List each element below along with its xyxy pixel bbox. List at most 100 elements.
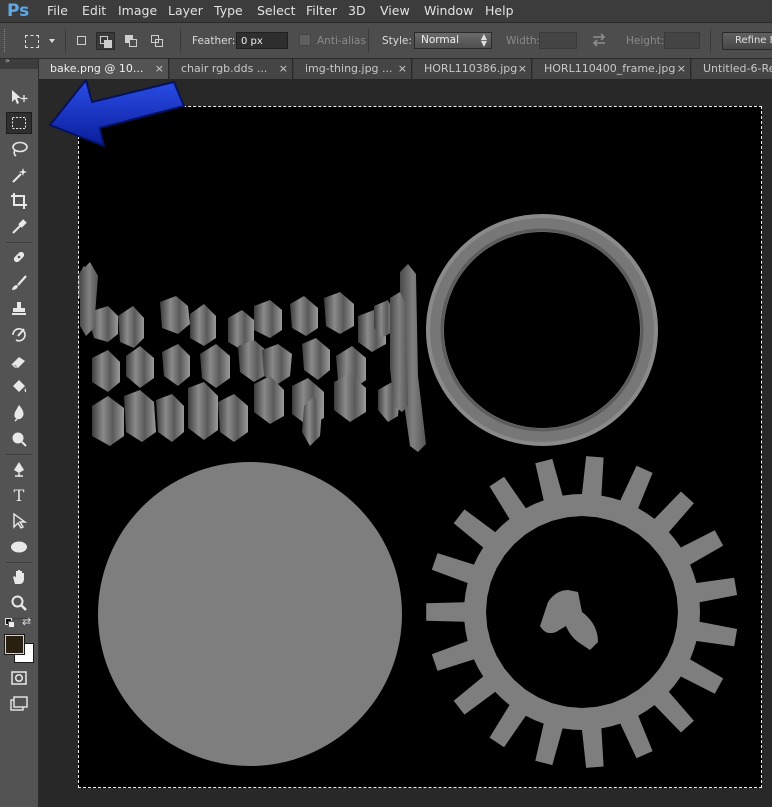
updown-chevron-icon: ▲ ▼ — [480, 32, 487, 48]
tool-preset-picker[interactable] — [22, 32, 60, 50]
subtract-selection-icon-outline — [129, 39, 137, 47]
document-tab[interactable]: HORL110386.jpg × — [413, 59, 532, 79]
spot-healing-tool[interactable] — [6, 246, 32, 268]
clone-stamp-tool[interactable] — [6, 298, 32, 320]
crop-tool[interactable] — [6, 190, 32, 212]
blur-icon — [14, 405, 24, 422]
document-tab[interactable]: img-thing.jpg ... × — [294, 59, 412, 79]
dodge-icon — [12, 432, 27, 447]
quick-mask-button[interactable] — [6, 667, 32, 689]
document-tab-label: HORL110386.jpg — [424, 62, 518, 75]
pen-icon — [14, 462, 24, 477]
lasso-tool[interactable] — [6, 138, 32, 160]
menu-layer[interactable]: Layer — [168, 0, 203, 22]
new-selection-button[interactable] — [72, 32, 91, 50]
swap-dimensions-icon[interactable] — [590, 31, 608, 49]
path-selection-icon — [13, 512, 27, 529]
paint-bucket-tool[interactable] — [6, 376, 32, 398]
grip-icon — [4, 29, 8, 52]
magic-wand-icon — [12, 168, 27, 183]
style-select[interactable]: Normal ▲ ▼ — [414, 32, 492, 49]
menu-3d[interactable]: 3D — [348, 0, 366, 22]
close-icon[interactable]: × — [518, 59, 527, 79]
chain-links-texture — [78, 266, 400, 446]
annotation-arrow-icon — [49, 79, 185, 147]
eyedropper-icon — [12, 219, 27, 234]
foreground-color-swatch[interactable] — [5, 635, 24, 654]
close-icon[interactable]: × — [398, 59, 407, 79]
type-icon: T — [13, 485, 25, 505]
ellipse-shape-icon — [11, 541, 27, 553]
swap-colors-icon[interactable]: ⇄ — [22, 615, 31, 628]
eyedropper-tool[interactable] — [6, 216, 32, 238]
chevron-down-icon — [49, 39, 55, 43]
menu-help[interactable]: Help — [485, 0, 514, 22]
clone-stamp-icon — [12, 302, 26, 315]
menu-file[interactable]: File — [47, 0, 68, 22]
zoom-tool[interactable] — [6, 592, 32, 614]
intersect-selection-button[interactable] — [148, 32, 167, 50]
width-label: Width: — [506, 35, 541, 47]
tool-separator — [6, 242, 32, 243]
subtract-from-selection-button[interactable] — [122, 32, 141, 50]
history-brush-tool[interactable] — [6, 324, 32, 346]
blur-tool[interactable] — [6, 402, 32, 424]
disc-texture — [98, 462, 402, 766]
document-tab-label: chair rgb.dds ... — [181, 62, 268, 75]
crop-icon — [11, 193, 27, 209]
add-selection-icon-fill — [104, 40, 112, 48]
refine-edge-button[interactable]: Refine Edge... — [722, 32, 772, 50]
menu-filter[interactable]: Filter — [306, 0, 337, 22]
menu-window[interactable]: Window — [424, 0, 473, 22]
menu-select[interactable]: Select — [257, 0, 296, 22]
brush-tool[interactable] — [6, 272, 32, 294]
menu-type[interactable]: Type — [214, 0, 243, 22]
lasso-icon — [12, 141, 28, 157]
intersect-selection-icon-b — [155, 39, 163, 47]
menu-image[interactable]: Image — [118, 0, 157, 22]
menu-bar: Ps File Edit Image Layer Type Select Fil… — [0, 0, 772, 23]
path-selection-tool[interactable] — [6, 510, 32, 532]
document-tab-label: HORL110400_frame.jpg — [544, 62, 676, 75]
move-tool[interactable] — [6, 86, 32, 108]
document-canvas[interactable] — [78, 106, 762, 788]
document-tab[interactable]: HORL110400_frame.jpg × — [533, 59, 691, 79]
antialias-checkbox[interactable] — [299, 34, 311, 46]
magic-wand-tool[interactable] — [6, 164, 32, 186]
add-to-selection-button[interactable] — [96, 32, 115, 50]
document-tab-label: img-thing.jpg ... — [305, 62, 393, 75]
height-input[interactable] — [664, 32, 700, 49]
close-icon[interactable]: × — [279, 59, 288, 79]
hand-tool[interactable] — [6, 566, 32, 588]
document-tab-label: Untitled-6-Re — [703, 62, 772, 75]
screen-mode-button[interactable] — [6, 693, 32, 715]
feather-input[interactable]: 0 px — [236, 32, 288, 49]
dodge-tool[interactable] — [6, 428, 32, 450]
rectangular-marquee-tool[interactable] — [6, 112, 32, 134]
style-label: Style: — [382, 35, 412, 47]
width-input[interactable] — [539, 32, 577, 49]
hand-icon — [13, 570, 24, 584]
history-brush-icon — [12, 328, 26, 342]
eraser-tool[interactable] — [6, 350, 32, 372]
photoshop-logo: Ps — [7, 1, 30, 21]
quick-mask-icon — [11, 671, 27, 685]
collapse-icon[interactable]: » — [5, 56, 10, 65]
document-tab[interactable]: Untitled-6-Re — [692, 59, 772, 79]
pen-tool[interactable] — [6, 458, 32, 480]
divider — [710, 29, 711, 53]
texture-image — [78, 214, 738, 768]
tool-separator — [6, 454, 32, 455]
brush-icon — [12, 275, 27, 290]
ellipse-shape-tool[interactable] — [6, 536, 32, 558]
close-icon[interactable]: × — [677, 59, 686, 79]
rectangular-marquee-icon — [12, 117, 26, 129]
ring-texture — [426, 214, 658, 446]
menu-view[interactable]: View — [380, 0, 410, 22]
document-tab[interactable]: chair rgb.dds ... × — [170, 59, 293, 79]
default-colors-icon[interactable] — [5, 618, 15, 628]
tool-separator — [6, 562, 32, 563]
menu-edit[interactable]: Edit — [82, 0, 106, 22]
type-tool[interactable]: T — [6, 484, 32, 506]
tools-panel-header[interactable]: » — [0, 56, 38, 69]
